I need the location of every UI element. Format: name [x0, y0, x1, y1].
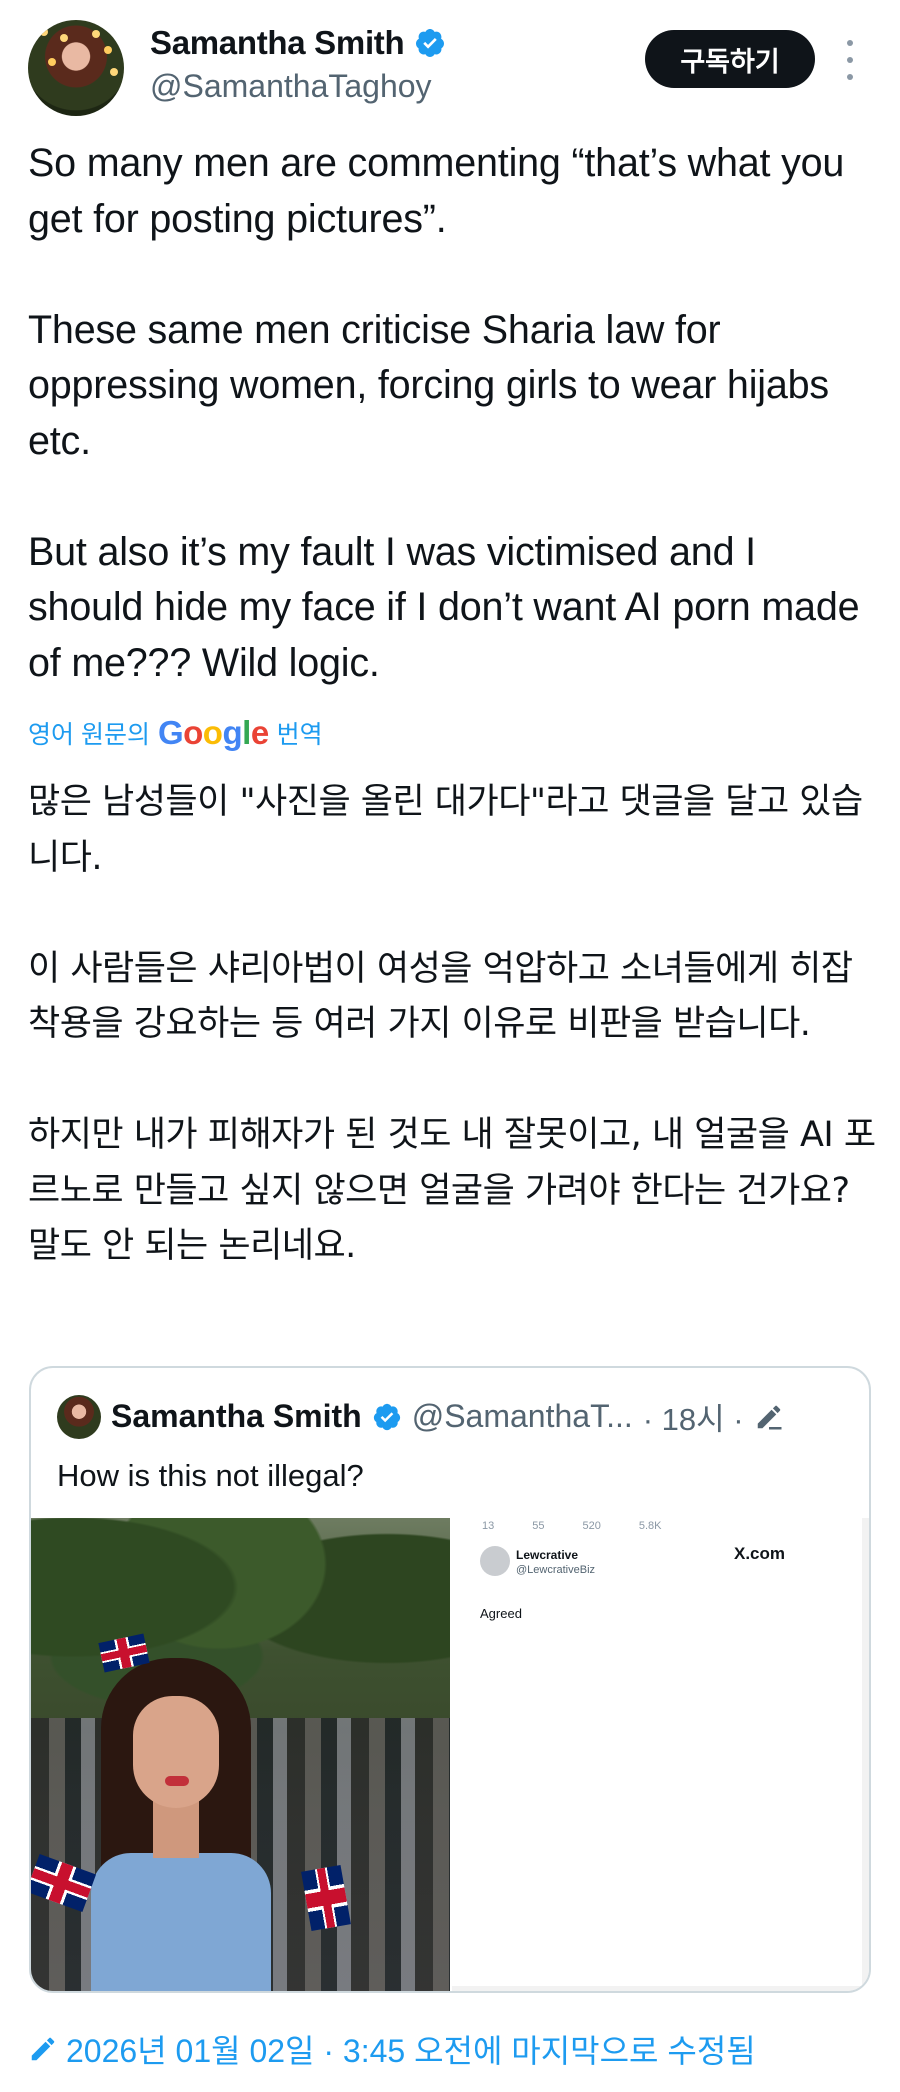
screenshot-engagement-bar: 13 55 520 5.8K — [482, 1520, 662, 1532]
screenshot-reply-text: Agreed — [480, 1606, 522, 1621]
screenshot-user-handle: @LewcrativeBiz — [516, 1564, 596, 1576]
subscribe-button[interactable]: 구독하기 — [645, 30, 815, 88]
quoted-author-avatar — [57, 1394, 101, 1439]
tweet-header: Samantha Smith @SamanthaTaghoy 구독하기 — [0, 0, 900, 130]
edit-history-label: 2026년 01월 02일 · 3:45 오전에 마지막으로 수정됨 — [66, 2033, 756, 2069]
edit-history-link[interactable]: 2026년 01월 02일 · 3:45 오전에 마지막으로 수정됨 — [28, 2026, 756, 2072]
author-avatar[interactable] — [28, 20, 124, 116]
screenshot-brand: X.com — [734, 1544, 786, 1563]
tweet-body: So many men are commenting “that’s what … — [28, 136, 878, 691]
screenshot-avatar — [480, 1546, 510, 1576]
quoted-author-name: Samantha Smith — [111, 1398, 362, 1434]
more-options-icon[interactable] — [838, 40, 862, 80]
edited-pencil-icon — [757, 1405, 782, 1429]
translated-paragraph: 많은 남성들이 "사진을 올린 대가다"라고 댓글을 달고 있습니다. — [28, 782, 863, 878]
photo-subject — [71, 1658, 321, 1991]
quoted-timestamp: · 18시 · — [642, 1402, 744, 1437]
translated-paragraph: 하지만 내가 피해자가 된 것도 내 잘못이고, 내 얼굴을 AI 포르노로 만… — [28, 1115, 876, 1266]
quoted-author-handle: @SamanthaT... — [411, 1398, 633, 1434]
author-name-row: Samantha Smith — [150, 24, 446, 62]
translation-prefix: 영어 원문의 — [28, 721, 150, 749]
quoted-tweet[interactable]: Samantha Smith @SamanthaT... · 18시 · How… — [29, 1366, 871, 1993]
verified-badge-icon — [416, 29, 445, 57]
translated-paragraph: 이 사람들은 샤리아법이 여성을 억압하고 소녀들에게 히잡 착용을 강요하는 … — [28, 948, 853, 1045]
screenshot-content: 13 55 520 5.8K Lewcrative @LewcrativeBiz… — [452, 1518, 862, 1986]
translated-body: 많은 남성들이 "사진을 올린 대가다"라고 댓글을 달고 있습니다. 이 사람… — [28, 775, 878, 1275]
author-handle[interactable]: @SamanthaTaghoy — [150, 68, 432, 105]
verified-badge-icon — [373, 1403, 400, 1430]
translation-attribution[interactable]: 영어 원문의 Google 번역 — [28, 713, 323, 753]
quoted-tweet-text: How is this not illegal? — [57, 1458, 364, 1493]
quoted-tweet-header: Samantha Smith @SamanthaT... · 18시 · — [57, 1394, 784, 1439]
tweet-paragraph: So many men are commenting “that’s what … — [28, 141, 845, 241]
tweet-paragraph: These same men criticise Sharia law for … — [28, 307, 829, 463]
translation-suffix: 번역 — [276, 721, 323, 749]
pencil-icon — [31, 2037, 55, 2061]
quoted-screenshot-image[interactable]: 13 55 520 5.8K Lewcrative @LewcrativeBiz… — [452, 1518, 869, 1991]
tweet-paragraph: But also it’s my fault I was victimised … — [28, 529, 860, 685]
author-name[interactable]: Samantha Smith — [150, 24, 405, 62]
google-logo: Google — [157, 714, 269, 751]
screenshot-user-name: Lewcrative — [516, 1548, 579, 1562]
quoted-photo[interactable] — [31, 1518, 450, 1991]
